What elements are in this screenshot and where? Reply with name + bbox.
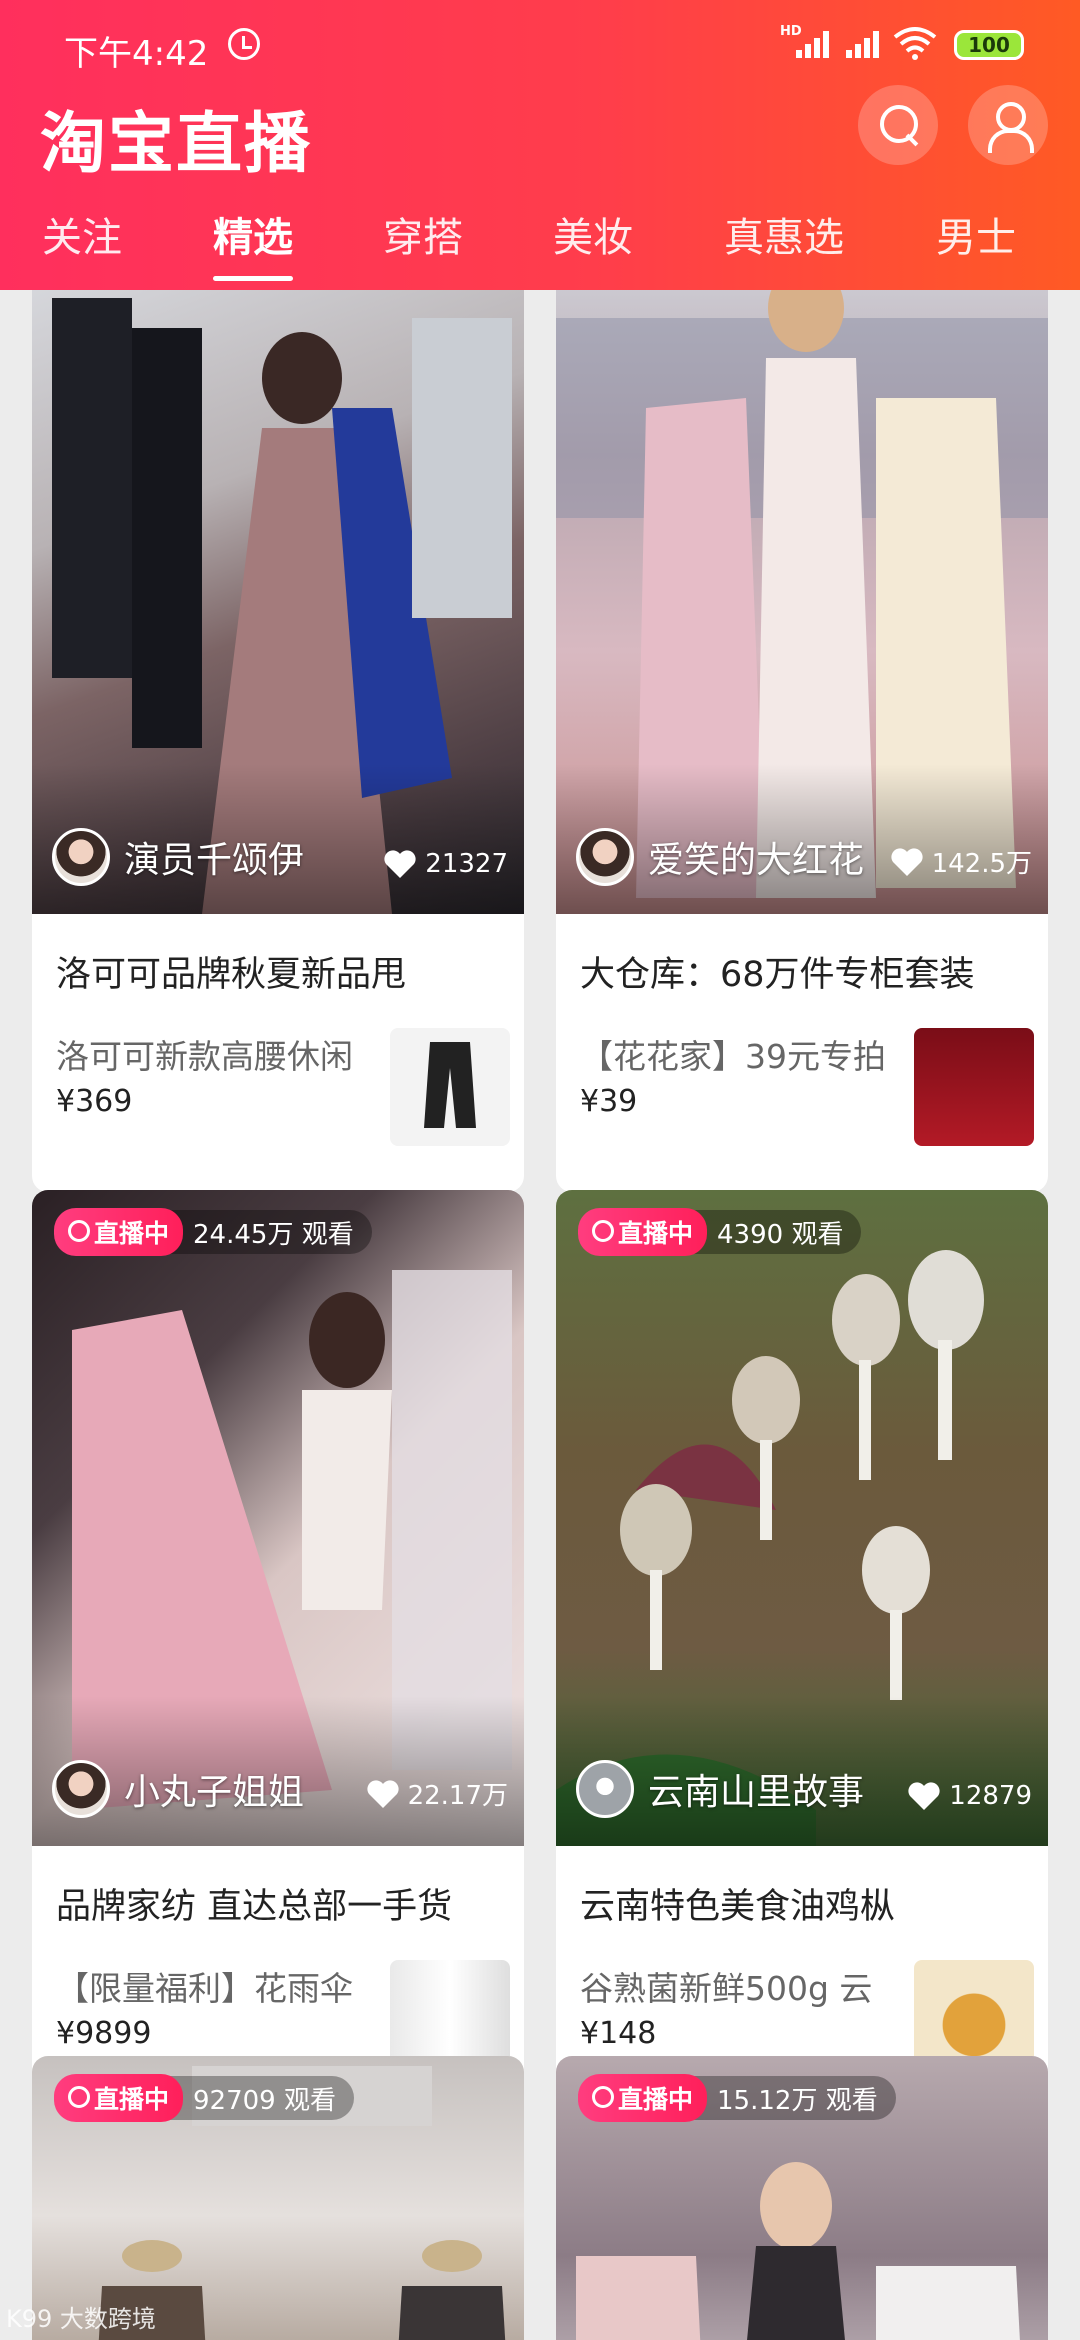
anchor-avatar[interactable] bbox=[52, 1760, 110, 1818]
live-card[interactable]: 直播中 15.12万 观看 bbox=[556, 2056, 1048, 2340]
anchor-avatar[interactable] bbox=[576, 828, 634, 886]
live-feed: 演员千颂伊 21327 洛可可品牌秋夏新品甩 洛可可新款高腰休闲 ¥369 爱笑… bbox=[0, 290, 1080, 2340]
live-title: 大仓库：68万件专柜套装 bbox=[580, 955, 975, 995]
live-card[interactable]: 演员千颂伊 21327 洛可可品牌秋夏新品甩 洛可可新款高腰休闲 ¥369 bbox=[32, 290, 524, 1192]
anchor-name: 演员千颂伊 bbox=[124, 840, 305, 881]
tab-men[interactable]: 男士 bbox=[936, 205, 1016, 263]
anchor-info[interactable]: 演员千颂伊 bbox=[52, 828, 304, 886]
live-title: 云南特色美食油鸡枞 bbox=[580, 1887, 896, 1927]
live-tag: 直播中 bbox=[54, 2074, 184, 2122]
live-card[interactable]: 直播中 92709 观看 bbox=[32, 2056, 524, 2340]
product-title: 【限量福利】花雨伞 bbox=[56, 1969, 353, 2008]
live-cover-image[interactable]: 直播中 4390 观看 云南山里故事 12879 bbox=[556, 1190, 1048, 1846]
tab-follow[interactable]: 关注 bbox=[42, 205, 122, 263]
like-count-value: 22.17万 bbox=[407, 1781, 508, 1811]
product-price: ¥9899 bbox=[56, 2016, 152, 2051]
anchor-name: 爱笑的大红花 bbox=[648, 840, 865, 881]
app-header: 下午4:42 HD 100 淘宝直播 关注 精选 穿搭 美妆 真惠选 男士 bbox=[0, 0, 1080, 290]
viewer-count: 15.12万 观看 bbox=[717, 2085, 878, 2116]
category-tabs: 关注 精选 穿搭 美妆 真惠选 男士 bbox=[0, 205, 1080, 281]
product-title: 洛可可新款高腰休闲 bbox=[56, 1037, 353, 1076]
tab-featured[interactable]: 精选 bbox=[213, 205, 293, 281]
live-card[interactable]: 直播中 4390 观看 云南山里故事 12879 云南特色美食油鸡枞 谷熟菌新鲜… bbox=[556, 1190, 1048, 2120]
live-title: 品牌家纺 直达总部一手货 bbox=[56, 1887, 453, 1927]
live-cover-image[interactable]: 直播中 92709 观看 bbox=[32, 2056, 524, 2340]
live-cover-image[interactable]: 爱笑的大红花 142.5万 bbox=[556, 290, 1048, 914]
heart-icon bbox=[890, 847, 923, 876]
like-count: 12879 bbox=[907, 1780, 1032, 1812]
live-card[interactable]: 直播中 24.45万 观看 小丸子姐姐 22.17万 品牌家纺 直达总部一手货 … bbox=[32, 1190, 524, 2120]
cell-signal-icon bbox=[796, 30, 836, 58]
product-title: 谷熟菌新鲜500g 云 bbox=[580, 1969, 873, 2008]
alarm-icon bbox=[228, 28, 260, 60]
heart-icon bbox=[908, 1782, 940, 1810]
anchor-avatar[interactable] bbox=[52, 828, 110, 886]
like-count-value: 142.5万 bbox=[931, 849, 1032, 879]
status-bar: 下午4:42 HD 100 bbox=[0, 22, 1080, 74]
product-thumbnail[interactable] bbox=[390, 1028, 510, 1146]
profile-icon[interactable] bbox=[968, 85, 1048, 165]
wifi-icon bbox=[893, 27, 937, 60]
pants-image bbox=[424, 1042, 476, 1128]
anchor-name: 小丸子姐姐 bbox=[124, 1772, 305, 1813]
viewer-count: 24.45万 观看 bbox=[193, 1219, 354, 1250]
tab-deals[interactable]: 真惠选 bbox=[724, 205, 844, 263]
heart-icon bbox=[384, 850, 416, 878]
product-title: 【花花家】39元专拍 bbox=[580, 1037, 886, 1076]
like-count: 22.17万 bbox=[366, 1775, 508, 1812]
live-badge: 直播中 4390 观看 bbox=[578, 1208, 862, 1256]
watermark: K99 大数跨境 bbox=[6, 2305, 156, 2333]
live-tag: 直播中 bbox=[578, 2074, 708, 2122]
live-badge: 直播中 92709 观看 bbox=[54, 2074, 354, 2122]
product-price: ¥39 bbox=[580, 1084, 638, 1119]
live-badge: 直播中 15.12万 观看 bbox=[578, 2074, 896, 2122]
product-price: ¥148 bbox=[580, 2016, 657, 2051]
tab-beauty[interactable]: 美妆 bbox=[553, 205, 633, 263]
cell-signal-icon-2 bbox=[846, 30, 886, 58]
product-price: ¥369 bbox=[56, 1084, 133, 1119]
tab-outfits[interactable]: 穿搭 bbox=[383, 205, 463, 263]
product-thumbnail[interactable] bbox=[914, 1028, 1034, 1146]
viewer-count: 4390 观看 bbox=[717, 1219, 844, 1250]
live-cover-image[interactable]: 直播中 24.45万 观看 小丸子姐姐 22.17万 bbox=[32, 1190, 524, 1846]
live-tag: 直播中 bbox=[578, 1208, 708, 1256]
live-title: 洛可可品牌秋夏新品甩 bbox=[56, 955, 407, 995]
anchor-info[interactable]: 爱笑的大红花 bbox=[576, 828, 864, 886]
anchor-avatar[interactable] bbox=[576, 1760, 634, 1818]
anchor-info[interactable]: 小丸子姐姐 bbox=[52, 1760, 304, 1818]
live-card[interactable]: 爱笑的大红花 142.5万 大仓库：68万件专柜套装 【花花家】39元专拍 ¥3… bbox=[556, 290, 1048, 1192]
like-count: 142.5万 bbox=[890, 843, 1032, 880]
like-count-value: 21327 bbox=[425, 849, 508, 879]
battery-icon: 100 bbox=[954, 30, 1024, 60]
like-count-value: 12879 bbox=[949, 1781, 1032, 1811]
live-badge: 直播中 24.45万 观看 bbox=[54, 1208, 372, 1256]
search-icon[interactable] bbox=[858, 85, 938, 165]
live-cover-image[interactable]: 直播中 15.12万 观看 bbox=[556, 2056, 1048, 2340]
status-time: 下午4:42 bbox=[64, 34, 209, 74]
like-count: 21327 bbox=[383, 848, 508, 880]
live-tag: 直播中 bbox=[54, 1208, 184, 1256]
anchor-info[interactable]: 云南山里故事 bbox=[576, 1760, 864, 1818]
heart-icon bbox=[366, 1779, 399, 1808]
live-cover-image[interactable]: 演员千颂伊 21327 bbox=[32, 290, 524, 914]
anchor-name: 云南山里故事 bbox=[648, 1772, 865, 1813]
app-logo: 淘宝直播 bbox=[40, 105, 312, 182]
viewer-count: 92709 观看 bbox=[193, 2085, 336, 2116]
